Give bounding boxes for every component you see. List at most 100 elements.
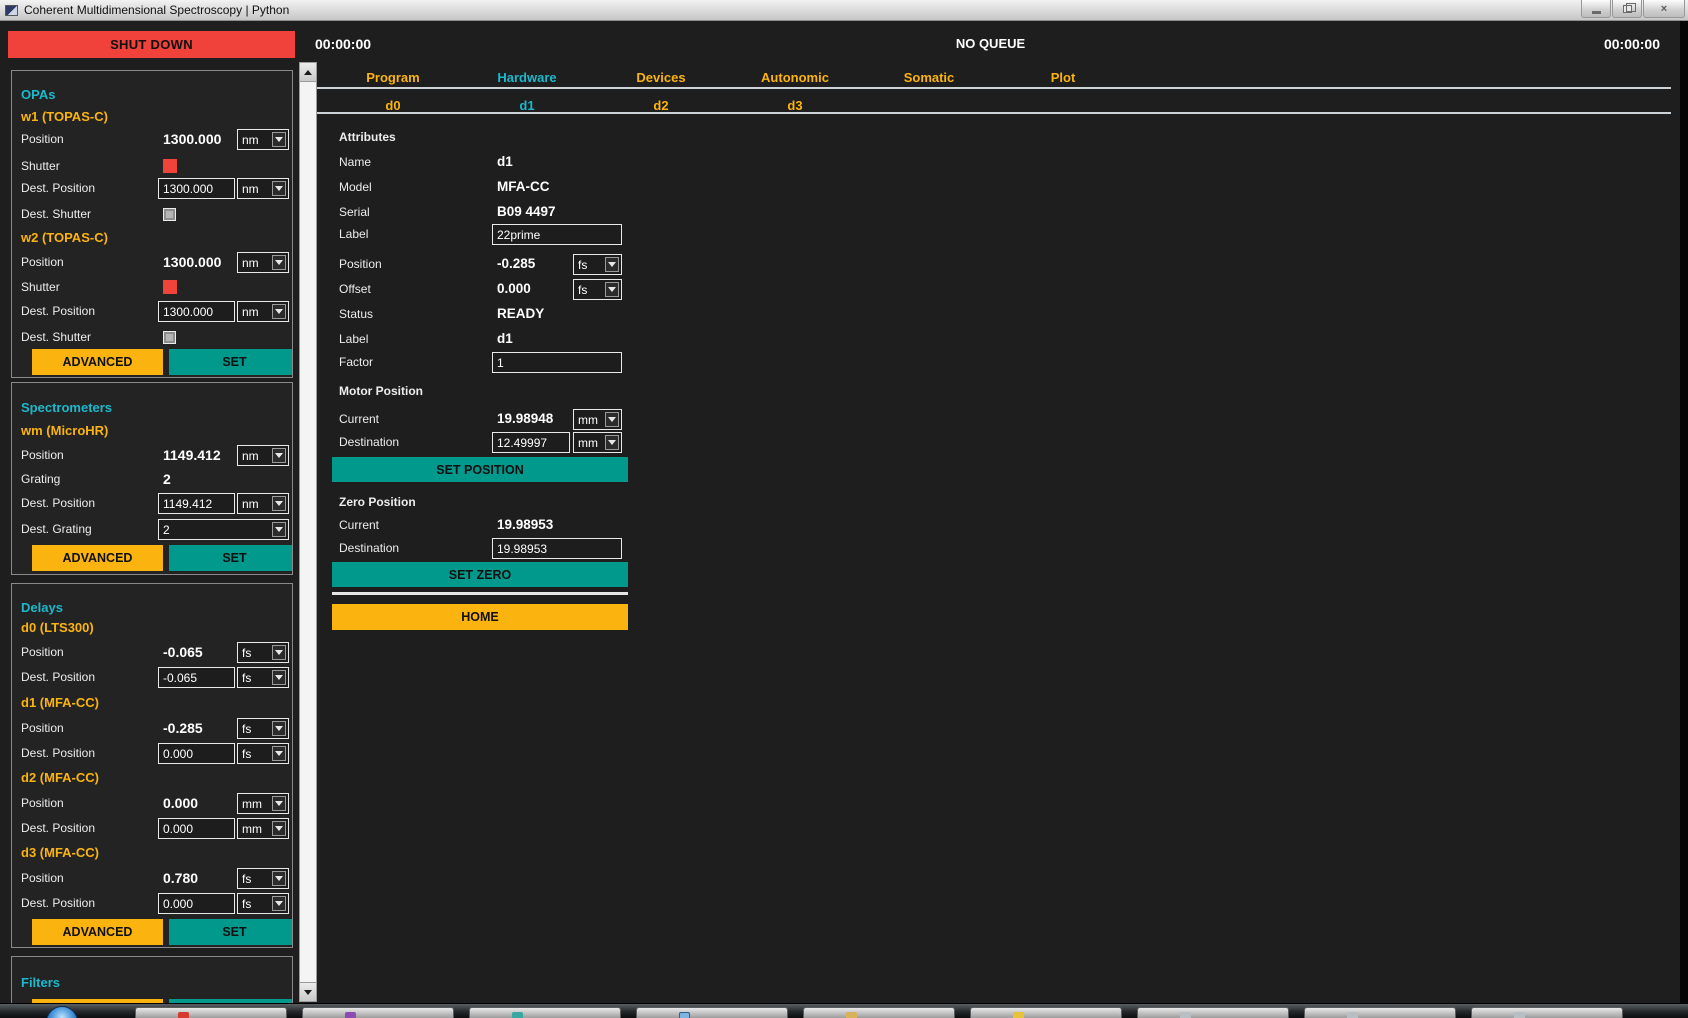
chevron-down-icon — [272, 871, 286, 886]
arrow-down-icon — [304, 990, 312, 995]
attr-offset-unit-select[interactable]: fs — [573, 279, 622, 300]
opas-advanced-button[interactable]: ADVANCED — [32, 349, 163, 375]
zero-destination-input[interactable] — [492, 538, 622, 559]
motor-destination-unit-select[interactable]: mm — [573, 432, 622, 453]
d0-position-unit-select[interactable]: fs — [237, 642, 289, 663]
delays-advanced-button[interactable]: ADVANCED — [32, 919, 163, 945]
unit-value: nm — [238, 253, 272, 273]
subtab-d2[interactable]: d2 — [594, 98, 728, 113]
opas-set-button[interactable]: SET — [169, 349, 293, 375]
wm-position-row: Position 1149.412 nm — [12, 445, 292, 466]
section-title-motor-position: Motor Position — [339, 381, 423, 401]
d1-dest-position-input[interactable] — [158, 743, 235, 764]
grating-value: 2 — [163, 469, 171, 489]
tab-somatic[interactable]: Somatic — [862, 70, 996, 85]
w2-dest-unit-select[interactable]: nm — [237, 301, 289, 322]
spectrometers-set-button[interactable]: SET — [169, 545, 293, 571]
titlebar: Coherent Multidimensional Spectroscopy |… — [0, 0, 1688, 21]
d1-position-unit-select[interactable]: fs — [237, 718, 289, 739]
spectrometers-advanced-button[interactable]: ADVANCED — [32, 545, 163, 571]
motor-current-unit-select[interactable]: mm — [573, 409, 622, 430]
attr-label2-row: Label d1 — [332, 329, 628, 350]
section-title-spectrometers: Spectrometers — [21, 398, 112, 418]
start-button[interactable] — [46, 1006, 78, 1018]
wm-dest-unit-select[interactable]: nm — [237, 493, 289, 514]
tab-hardware[interactable]: Hardware — [460, 70, 594, 85]
d3-dest-position-input[interactable] — [158, 893, 235, 914]
field-label: Label — [339, 329, 368, 349]
chevron-down-icon — [605, 435, 619, 450]
taskbar-button[interactable] — [1471, 1007, 1623, 1018]
motor-destination-input[interactable] — [492, 432, 570, 453]
d2-position-unit-select[interactable]: mm — [237, 793, 289, 814]
d0-dest-position-row: Dest. Position fs — [12, 667, 292, 688]
taskbar-button[interactable] — [135, 1007, 287, 1018]
shutter-indicator — [163, 280, 177, 294]
taskbar-button[interactable] — [970, 1007, 1122, 1018]
d3-dest-unit-select[interactable]: fs — [237, 893, 289, 914]
taskbar-button[interactable] — [636, 1007, 788, 1018]
d1-dest-unit-select[interactable]: fs — [237, 743, 289, 764]
name-value: d1 — [497, 152, 513, 172]
scrollbar-up-button[interactable] — [300, 63, 316, 82]
subtab-d0[interactable]: d0 — [326, 98, 460, 113]
wm-dest-position-input[interactable] — [158, 493, 235, 514]
shutdown-button[interactable]: SHUT DOWN — [8, 31, 295, 58]
w1-dest-shutter-checkbox[interactable] — [163, 208, 176, 221]
wm-dest-grating-select[interactable]: 2 — [158, 519, 289, 540]
d3-position-unit-select[interactable]: fs — [237, 868, 289, 889]
close-button[interactable]: × — [1643, 0, 1685, 18]
field-label: Dest. Position — [21, 493, 95, 513]
label-input[interactable] — [492, 224, 622, 245]
window-title: Coherent Multidimensional Spectroscopy |… — [24, 3, 289, 17]
spectrometers-panel: Spectrometers wm (MicroHR) Position 1149… — [11, 382, 293, 575]
tab-devices[interactable]: Devices — [594, 70, 728, 85]
chevron-down-icon — [272, 132, 286, 147]
restore-icon — [1623, 5, 1632, 13]
scrollbar-down-button[interactable] — [300, 982, 316, 1001]
w2-position-unit-select[interactable]: nm — [237, 252, 289, 273]
factor-input[interactable] — [492, 352, 622, 373]
subtab-d3[interactable]: d3 — [728, 98, 862, 113]
chevron-down-icon — [272, 796, 286, 811]
restore-button[interactable] — [1612, 0, 1642, 18]
chevron-down-icon — [272, 181, 286, 196]
d0-dest-position-input[interactable] — [158, 667, 235, 688]
taskbar-button[interactable] — [1137, 1007, 1289, 1018]
home-button[interactable]: HOME — [332, 604, 628, 630]
wm-position-unit-select[interactable]: nm — [237, 445, 289, 466]
tab-plot[interactable]: Plot — [996, 70, 1130, 85]
w1-dest-unit-select[interactable]: nm — [237, 178, 289, 199]
taskbar-button[interactable] — [1304, 1007, 1456, 1018]
taskbar-button[interactable] — [803, 1007, 955, 1018]
field-label: Shutter — [21, 277, 60, 297]
field-label: Position — [21, 252, 64, 272]
taskbar-button[interactable] — [469, 1007, 621, 1018]
taskbar-button[interactable] — [302, 1007, 454, 1018]
unit-value: mm — [238, 819, 272, 839]
w2-dest-shutter-checkbox[interactable] — [163, 331, 176, 344]
tab-program[interactable]: Program — [326, 70, 460, 85]
app-gray-icon — [1514, 1012, 1525, 1018]
attr-position-unit-select[interactable]: fs — [573, 254, 622, 275]
set-zero-button[interactable]: SET ZERO — [332, 562, 628, 587]
position-value: -0.285 — [163, 718, 203, 738]
d2-dest-unit-select[interactable]: mm — [237, 818, 289, 839]
tab-autonomic[interactable]: Autonomic — [728, 70, 862, 85]
delays-set-button[interactable]: SET — [169, 919, 293, 945]
unit-value: mm — [238, 794, 272, 814]
d2-dest-position-input[interactable] — [158, 818, 235, 839]
set-position-button[interactable]: SET POSITION — [332, 457, 628, 482]
subtab-d1[interactable]: d1 — [460, 98, 594, 113]
field-label: Destination — [339, 538, 399, 558]
w1-dest-position-input[interactable] — [158, 178, 235, 199]
w1-position-unit-select[interactable]: nm — [237, 129, 289, 150]
sidebar-scrollbar[interactable] — [299, 62, 317, 1002]
device-header-d3: d3 (MFA-CC) — [21, 843, 99, 863]
minimize-button[interactable] — [1581, 0, 1611, 18]
model-value: MFA-CC — [497, 177, 550, 197]
attr-serial-row: Serial B09 4497 — [332, 202, 628, 223]
d0-dest-unit-select[interactable]: fs — [237, 667, 289, 688]
w2-dest-position-input[interactable] — [158, 301, 235, 322]
field-label: Position — [21, 129, 64, 149]
